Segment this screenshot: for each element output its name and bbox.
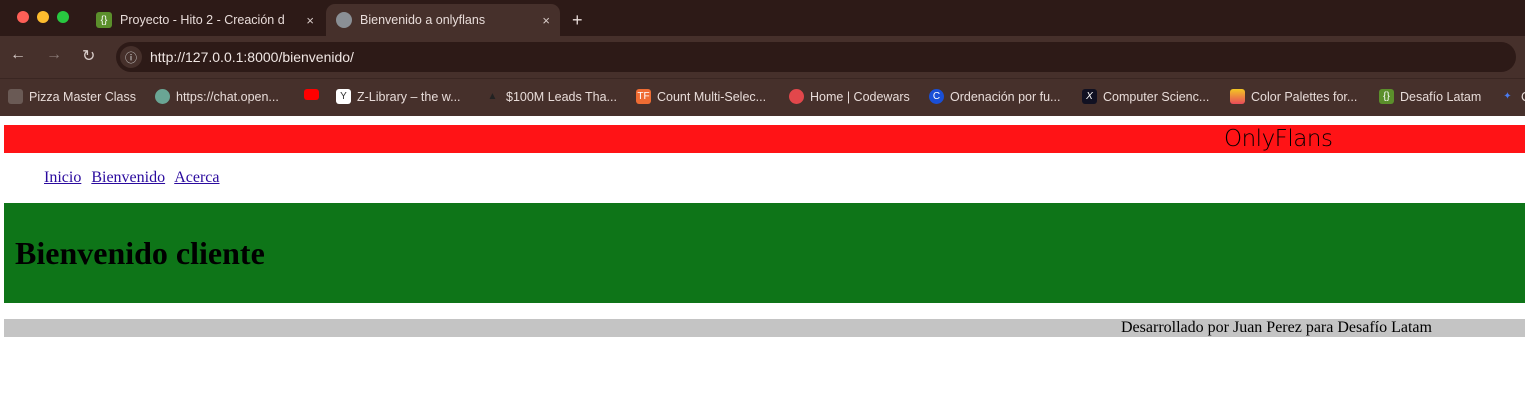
nav-link-bienvenido[interactable]: Bienvenido bbox=[91, 169, 165, 186]
page-title: Bienvenido cliente bbox=[15, 235, 265, 271]
x-icon: X bbox=[1082, 89, 1097, 104]
footer: Desarrollado por Juan Perez para Desafío… bbox=[4, 319, 1525, 337]
new-tab-button[interactable]: + bbox=[562, 4, 593, 36]
bookmark[interactable]: https://chat.open... bbox=[155, 89, 279, 104]
minimize-window-button[interactable] bbox=[37, 11, 49, 23]
close-window-button[interactable] bbox=[17, 11, 29, 23]
bookmark[interactable]: {} Desafío Latam bbox=[1379, 89, 1481, 104]
main-nav: Inicio Bienvenido Acerca bbox=[44, 169, 226, 187]
tab-bar: {} Proyecto - Hito 2 - Creación d × Bien… bbox=[0, 0, 1525, 36]
bookmark[interactable] bbox=[304, 89, 325, 100]
youtube-icon bbox=[304, 89, 319, 100]
back-icon[interactable]: ← bbox=[10, 46, 26, 64]
forward-icon[interactable]: → bbox=[46, 46, 62, 64]
header-banner: OnlyFlans bbox=[4, 125, 1525, 153]
toolbar: ← → ↻ ⓘ http://127.0.0.1:8000/bienvenido… bbox=[0, 36, 1525, 78]
c-icon: C bbox=[929, 89, 944, 104]
url-text[interactable]: http://127.0.0.1:8000/bienvenido/ bbox=[150, 49, 354, 65]
nav-link-acerca[interactable]: Acerca bbox=[174, 169, 219, 186]
code-icon: {} bbox=[96, 12, 112, 28]
close-tab-icon[interactable]: × bbox=[542, 13, 550, 28]
codewars-icon bbox=[789, 89, 804, 104]
pizza-icon bbox=[8, 89, 23, 104]
code-icon: {} bbox=[1379, 89, 1394, 104]
nav-link-inicio[interactable]: Inicio bbox=[44, 169, 81, 186]
palette-icon bbox=[1230, 89, 1245, 104]
bookmark[interactable]: TF Count Multi-Selec... bbox=[636, 89, 766, 104]
close-tab-icon[interactable]: × bbox=[306, 13, 314, 28]
bookmark[interactable]: Pizza Master Class bbox=[8, 89, 136, 104]
globe-icon bbox=[336, 12, 352, 28]
footer-text: Desarrollado por Juan Perez para Desafío… bbox=[1121, 319, 1432, 336]
bookmarks-bar: Pizza Master Class https://chat.open... … bbox=[0, 78, 1525, 116]
reload-icon[interactable]: ↻ bbox=[82, 46, 95, 66]
bookmark[interactable]: X Computer Scienc... bbox=[1082, 89, 1209, 104]
bookmark[interactable]: ▲ $100M Leads Tha... bbox=[485, 89, 617, 104]
gemini-icon: ✦ bbox=[1503, 91, 1512, 102]
triangle-icon: ▲ bbox=[487, 91, 498, 102]
tab-bienvenido[interactable]: Bienvenido a onlyflans × bbox=[326, 4, 560, 36]
tab-proyecto[interactable]: {} Proyecto - Hito 2 - Creación d × bbox=[86, 4, 324, 36]
bookmark[interactable]: Color Palettes for... bbox=[1230, 89, 1357, 104]
maximize-window-button[interactable] bbox=[57, 11, 69, 23]
welcome-section: Bienvenido cliente bbox=[4, 203, 1525, 303]
tf-icon: TF bbox=[636, 89, 651, 104]
bookmark[interactable]: C Ordenación por fu... bbox=[929, 89, 1060, 104]
brand-title: OnlyFlans bbox=[1224, 126, 1333, 152]
zlibrary-icon: Y bbox=[336, 89, 351, 104]
info-icon[interactable]: ⓘ bbox=[120, 46, 142, 68]
address-bar[interactable]: ⓘ http://127.0.0.1:8000/bienvenido/ bbox=[116, 42, 1516, 72]
chatgpt-icon bbox=[155, 89, 170, 104]
bookmark[interactable]: Home | Codewars bbox=[789, 89, 910, 104]
bookmark[interactable]: Y Z-Library – the w... bbox=[336, 89, 461, 104]
bookmark[interactable]: ✦C bbox=[1500, 89, 1525, 104]
